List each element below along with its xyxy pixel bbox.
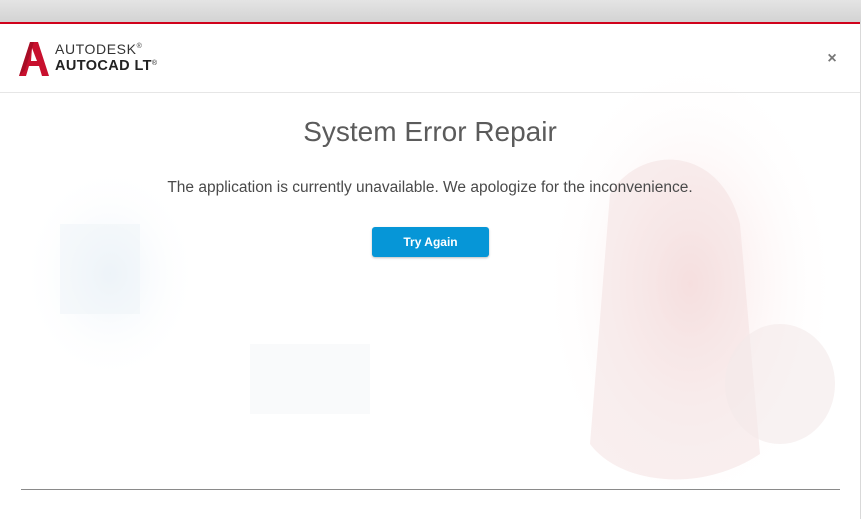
autocad-logo-icon bbox=[19, 42, 49, 76]
brand-wordmark: AUTODESK® AUTOCAD LT® bbox=[55, 42, 157, 74]
brand-product-name: AUTOCAD LT® bbox=[55, 58, 158, 74]
window-top-strip bbox=[0, 0, 861, 22]
footer-divider bbox=[21, 489, 840, 490]
error-message: The application is currently unavailable… bbox=[167, 179, 693, 196]
error-dialog: AUTODESK® AUTOCAD LT® × System Error Rep… bbox=[0, 22, 860, 519]
try-again-button[interactable]: Try Again bbox=[372, 227, 489, 257]
brand-autodesk: AUTODESK® bbox=[55, 41, 143, 57]
dialog-header: AUTODESK® AUTOCAD LT® × bbox=[0, 24, 860, 93]
close-icon[interactable]: × bbox=[824, 51, 840, 67]
background-artwork bbox=[20, 54, 840, 514]
dialog-title: System Error Repair bbox=[303, 116, 557, 147]
